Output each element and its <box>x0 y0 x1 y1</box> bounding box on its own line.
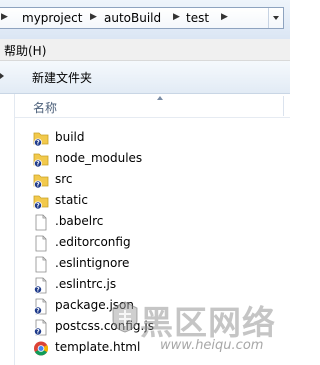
menu-bar: 帮助(H) <box>0 39 290 61</box>
file-icon <box>35 256 47 273</box>
list-item-package-json[interactable]: ? package.json <box>33 296 283 317</box>
chevron-right-icon[interactable]: ▶ <box>1 12 8 22</box>
list-item-template-html[interactable]: template.html <box>33 338 283 359</box>
list-item-label: .editorconfig <box>55 235 131 249</box>
list-item-src[interactable]: ? src <box>33 170 283 191</box>
svg-text:?: ? <box>36 308 40 315</box>
list-item-build[interactable]: ? build <box>33 128 283 149</box>
file-list: 名称 ? build ? node_modules ? src ? static… <box>0 94 290 365</box>
file-icon: ? <box>34 277 47 294</box>
address-bar: ▶ myproject ▶ autoBuild ▶ test ▶ <box>0 0 290 39</box>
list-item-postcss-config[interactable]: ? postcss.config.js <box>33 317 283 338</box>
column-header: 名称 <box>15 94 290 118</box>
breadcrumb-autobuild[interactable]: autoBuild <box>104 11 161 25</box>
list-item-editorconfig[interactable]: .editorconfig <box>33 233 283 254</box>
svg-text:?: ? <box>36 287 40 294</box>
list-item-static[interactable]: ? static <box>33 191 283 212</box>
column-divider[interactable] <box>283 96 284 116</box>
breadcrumb-test[interactable]: test <box>186 11 209 25</box>
list-item-label: node_modules <box>55 151 143 165</box>
list-item-eslintrc[interactable]: ? .eslintrc.js <box>33 275 283 296</box>
file-icon: ? <box>34 298 47 315</box>
toolbar: 新建文件夹 <box>0 61 290 94</box>
folder-icon: ? <box>33 153 49 168</box>
address-dropdown-button[interactable] <box>268 8 283 28</box>
list-item-label: static <box>55 193 88 207</box>
chevron-right-icon[interactable]: ▶ <box>90 12 97 22</box>
svg-text:?: ? <box>36 329 40 336</box>
list-item-babelrc[interactable]: .babelrc <box>33 212 283 233</box>
svg-text:?: ? <box>36 182 40 189</box>
folder-icon: ? <box>33 174 49 189</box>
breadcrumb-myproject[interactable]: myproject <box>22 11 82 25</box>
list-item-node-modules[interactable]: ? node_modules <box>33 149 283 170</box>
list-item-label: .babelrc <box>55 214 104 228</box>
navigation-pane <box>0 94 15 365</box>
column-name-header[interactable]: 名称 <box>33 99 57 116</box>
chrome-icon <box>34 341 48 356</box>
list-item-label: template.html <box>55 340 141 354</box>
list-item-label: build <box>55 130 85 144</box>
file-icon: ? <box>34 319 47 336</box>
file-icon <box>35 214 47 231</box>
svg-text:?: ? <box>36 203 40 210</box>
list-item-label: postcss.config.js <box>55 319 154 333</box>
chevron-right-icon[interactable]: ▶ <box>221 12 228 22</box>
sort-ascending-icon <box>157 96 163 100</box>
list-item-label: .eslintignore <box>55 256 130 270</box>
new-folder-button[interactable]: 新建文件夹 <box>32 69 92 86</box>
list-item-label: .eslintrc.js <box>55 277 117 291</box>
chevron-right-icon[interactable] <box>0 73 4 79</box>
folder-icon: ? <box>33 195 49 210</box>
menu-help[interactable]: 帮助(H) <box>4 42 46 59</box>
svg-text:?: ? <box>36 140 40 147</box>
list-item-label: src <box>55 172 73 186</box>
svg-text:?: ? <box>36 161 40 168</box>
list-item-label: package.json <box>55 298 135 312</box>
folder-icon: ? <box>33 132 49 147</box>
chevron-right-icon[interactable]: ▶ <box>173 12 180 22</box>
list-item-eslintignore[interactable]: .eslintignore <box>33 254 283 275</box>
address-box[interactable]: ▶ myproject ▶ autoBuild ▶ test ▶ <box>0 7 284 29</box>
file-icon <box>35 235 47 252</box>
